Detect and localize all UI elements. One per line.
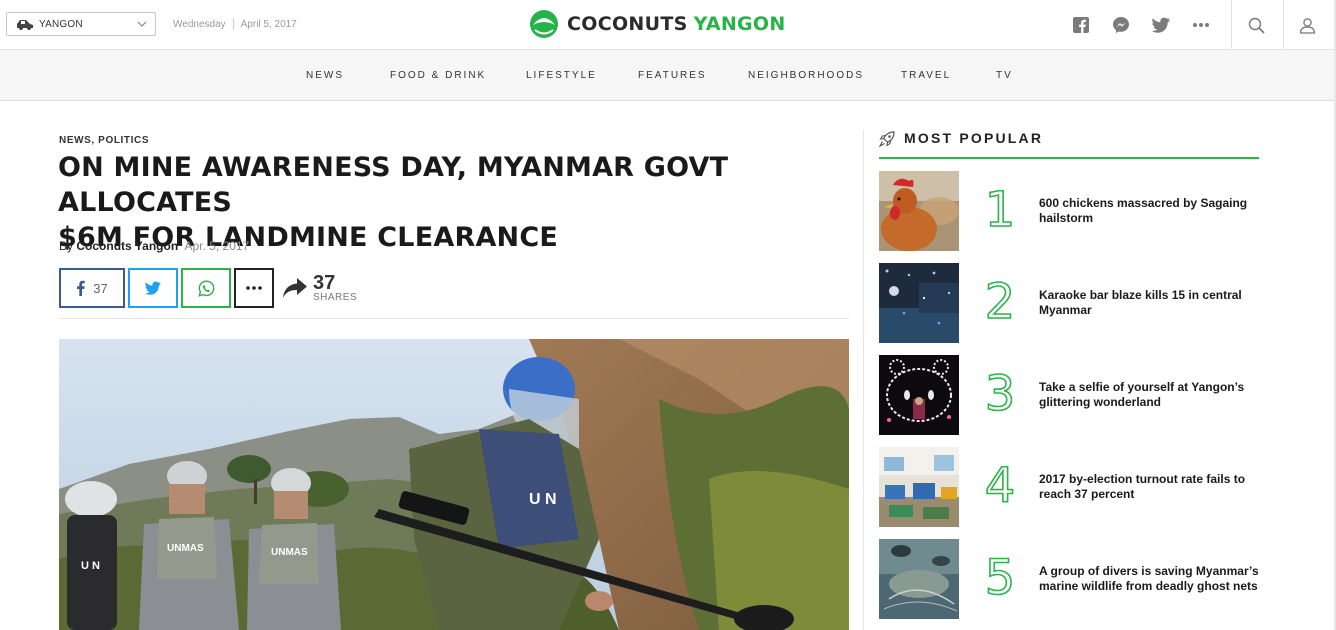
social-links (1071, 15, 1091, 35)
popular-title[interactable]: Take a selfie of yourself at Yangon’s gl… (1039, 380, 1264, 410)
popular-thumbnail[interactable] (879, 263, 959, 343)
popular-thumbnail[interactable] (879, 539, 959, 619)
vest-label-text-2: UNMAS (271, 547, 308, 558)
deminers-photo: U N UNMAS UNMAS U N (59, 339, 849, 630)
vest-un-text: U N (529, 491, 557, 508)
popular-rank: 2 (984, 274, 1016, 330)
facebook-icon[interactable] (1071, 15, 1091, 35)
nav-item-lifestyle[interactable]: LIFESTYLE (526, 70, 597, 81)
nav-item-tv[interactable]: TV (996, 70, 1013, 81)
share-bar: 37 37 SHARES (59, 268, 357, 308)
logo-text-coconuts: COCONUTS (567, 13, 688, 35)
byline: By Coconuts Yangon Apr. 5, 2017 (59, 239, 249, 253)
popular-thumbnail[interactable] (879, 171, 959, 251)
date-weekday: Wednesday (173, 18, 226, 30)
messenger-icon[interactable] (1111, 15, 1131, 35)
facebook-share-button[interactable]: 37 (59, 268, 125, 308)
nav-item-news[interactable]: NEWS (306, 70, 344, 81)
chevron-down-icon (137, 21, 147, 27)
twitter-share-button[interactable] (128, 268, 178, 308)
popular-title[interactable]: Karaoke bar blaze kills 15 in central My… (1039, 288, 1264, 318)
main-nav: NEWS FOOD & DRINK LIFESTYLE FEATURES NEI… (0, 50, 1336, 101)
ellipsis-icon (246, 286, 262, 290)
more-share-options-button[interactable] (234, 268, 274, 308)
most-popular-title: MOST POPULAR (904, 130, 1044, 146)
twitter-icon[interactable] (1151, 15, 1171, 35)
social-links-4 (1191, 15, 1211, 35)
car-icon (17, 20, 33, 30)
article-hero-image[interactable]: U N UNMAS UNMAS U N (59, 339, 849, 630)
nav-item-neighborhoods[interactable]: NEIGHBORHOODS (748, 70, 864, 81)
category-politics[interactable]: POLITICS (98, 135, 149, 146)
whatsapp-icon (197, 279, 214, 297)
share-total: 37 SHARES (282, 271, 358, 303)
search-wrap (1246, 15, 1266, 35)
more-icon[interactable] (1191, 15, 1211, 35)
byline-author[interactable]: Coconuts Yangon (76, 239, 178, 253)
popular-thumbnail[interactable] (879, 447, 959, 527)
popular-title[interactable]: 600 chickens massacred by Sagaing hailst… (1039, 196, 1264, 226)
coconut-logo-icon (530, 10, 558, 38)
logo-text-city: YANGON (693, 13, 786, 35)
popular-item[interactable]: 4 2017 by-election turnout rate fails to… (879, 447, 1269, 527)
share-total-label: SHARES (313, 291, 358, 303)
rocket-icon (879, 131, 895, 147)
popular-item[interactable]: 5 A group of divers is saving Myanmar’s … (879, 539, 1269, 619)
popular-item[interactable]: 3 Take a selfie of yourself at Yangon’s … (879, 355, 1269, 435)
popular-rank: 5 (984, 550, 1016, 606)
article-categories: NEWS, POLITICS (59, 135, 149, 146)
social-links-2 (1111, 15, 1131, 35)
city-label: YANGON (39, 18, 83, 30)
social-links-3 (1151, 15, 1171, 35)
popular-item[interactable]: 2 Karaoke bar blaze kills 15 in central … (879, 263, 1269, 343)
header-divider-1 (1231, 0, 1232, 50)
user-wrap (1297, 15, 1317, 35)
top-bar: YANGON Wednesday April 5, 2017 COCONUTS Y… (0, 0, 1336, 50)
site-logo[interactable]: COCONUTS YANGON (529, 9, 786, 39)
facebook-share-count: 37 (93, 280, 108, 296)
popular-rank: 4 (984, 458, 1016, 514)
share-arrow-icon (283, 278, 307, 298)
sidebar-divider (863, 130, 864, 630)
vest-label-text-1: UNMAS (167, 543, 204, 554)
most-popular-heading: MOST POPULAR (879, 130, 1259, 159)
whatsapp-share-button[interactable] (181, 268, 231, 308)
twitter-icon (145, 281, 161, 295)
city-selector[interactable]: YANGON (6, 12, 156, 36)
popular-thumbnail[interactable] (879, 355, 959, 435)
date-full: April 5, 2017 (240, 18, 297, 30)
share-divider (59, 318, 849, 319)
header-divider-2 (1283, 0, 1284, 50)
popular-rank: 1 (984, 182, 1016, 238)
category-news[interactable]: NEWS, (59, 135, 95, 146)
date-separator (232, 18, 234, 30)
date-display: Wednesday April 5, 2017 (173, 18, 297, 30)
user-icon[interactable] (1297, 15, 1317, 35)
search-icon[interactable] (1246, 15, 1266, 35)
popular-title[interactable]: 2017 by-election turnout rate fails to r… (1039, 472, 1264, 502)
publish-date: Apr. 5, 2017 (184, 239, 250, 253)
popular-rank: 3 (984, 366, 1016, 422)
byline-prefix: By (59, 239, 74, 253)
headline-line-1: ON MINE AWARENESS DAY, MYANMAR GOVT ALLO… (58, 152, 729, 218)
share-total-count: 37 (313, 271, 336, 294)
popular-title[interactable]: A group of divers is saving Myanmar’s ma… (1039, 564, 1264, 594)
facebook-icon (77, 280, 85, 296)
nav-item-food-drink[interactable]: FOOD & DRINK (390, 70, 486, 81)
nav-item-travel[interactable]: TRAVEL (901, 70, 951, 81)
helmet-label-text: U N (81, 560, 100, 572)
nav-item-features[interactable]: FEATURES (638, 70, 707, 81)
popular-item[interactable]: 1 600 chickens massacred by Sagaing hail… (879, 171, 1269, 251)
